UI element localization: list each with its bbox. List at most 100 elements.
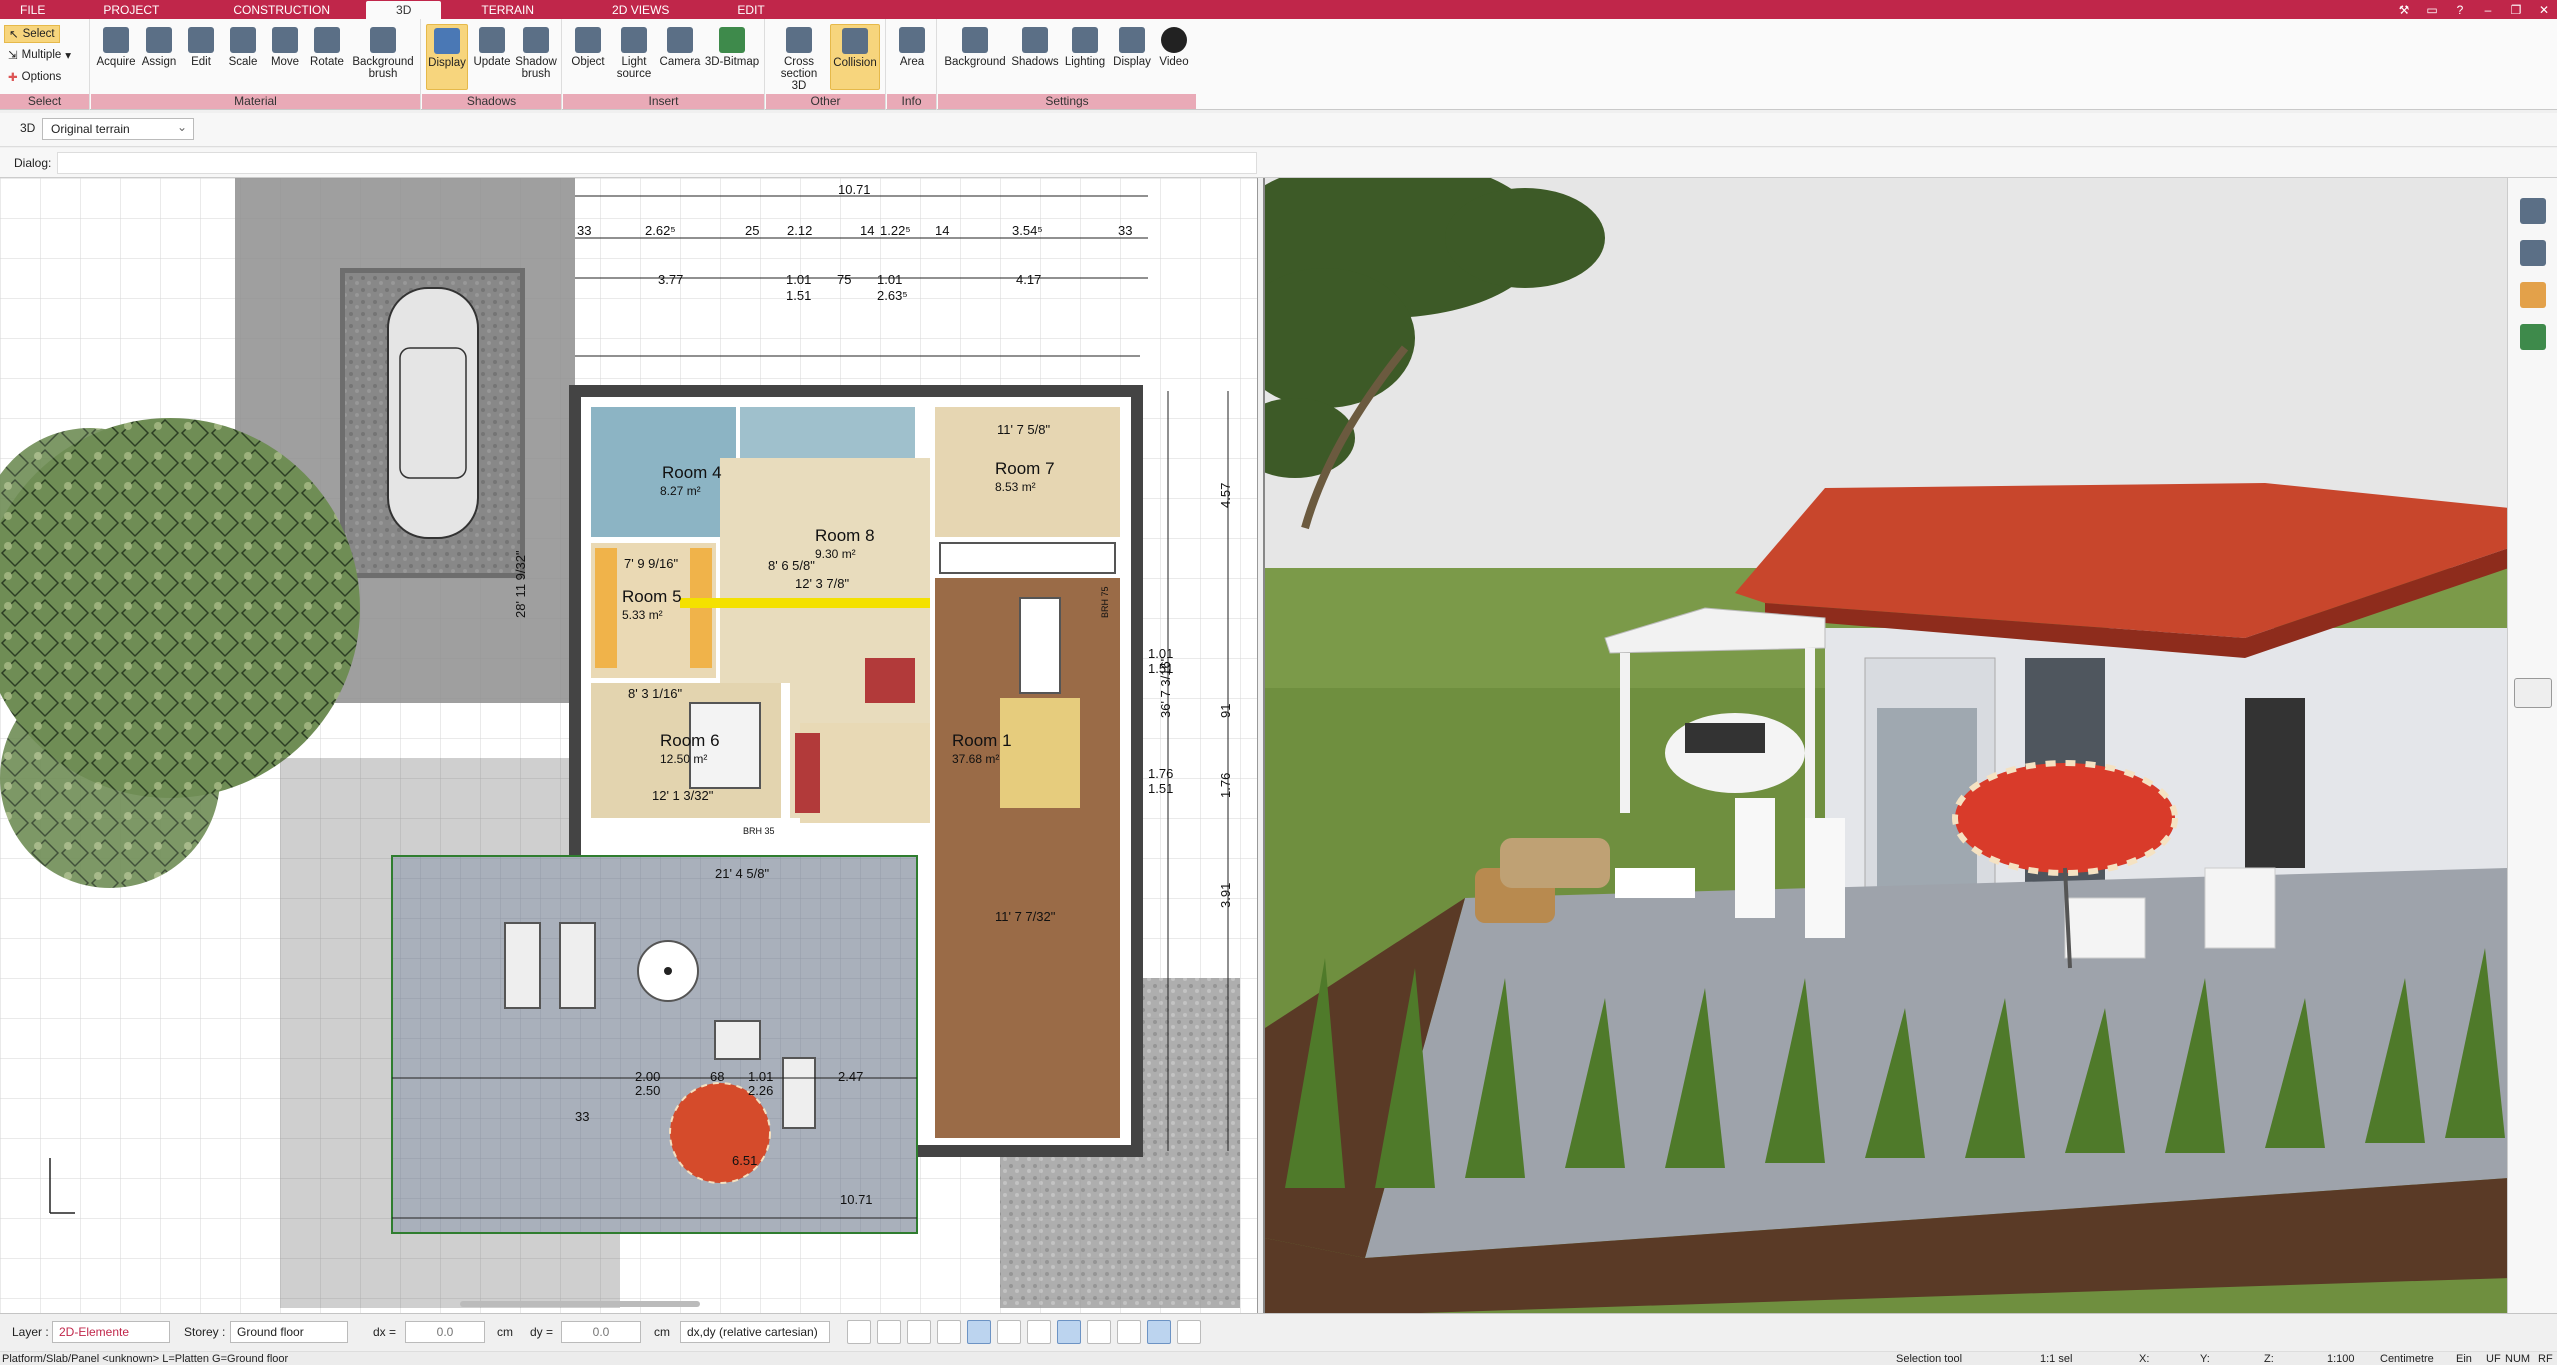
materials-icon[interactable] <box>2520 282 2546 308</box>
coordinate-mode-select[interactable]: dx,dy (relative cartesian) <box>680 1321 830 1343</box>
tab-edit[interactable]: EDIT <box>707 0 794 19</box>
svg-text:6.51: 6.51 <box>732 1153 757 1168</box>
svg-text:28' 11 9/32": 28' 11 9/32" <box>513 550 528 618</box>
svg-text:3.77: 3.77 <box>658 272 683 287</box>
plants-icon[interactable] <box>2520 324 2546 350</box>
furniture-icon[interactable] <box>2520 240 2546 266</box>
tab-construction[interactable]: CONSTRUCTION <box>197 0 366 19</box>
floor-plan-canvas[interactable]: 10.71 2.62⁵ 25 2.12 14 1.22⁵ 14 3.54⁵ 33… <box>0 178 1258 1313</box>
terrain-select[interactable]: Original terrain <box>42 118 194 140</box>
tools-icon[interactable]: ⚒ <box>2397 3 2411 17</box>
restore-icon[interactable]: ❐ <box>2509 3 2523 17</box>
snap-icon[interactable] <box>877 1320 901 1344</box>
ein-indicator: Ein <box>2456 1353 2472 1365</box>
update-shadows-button[interactable]: Update <box>471 27 513 68</box>
close-icon[interactable]: ✕ <box>2537 3 2551 17</box>
app-window: FILE PROJECT CONSTRUCTION 3D TERRAIN 2D … <box>0 0 2557 1365</box>
layout-icon[interactable]: ▭ <box>2425 3 2439 17</box>
dialog-bar: Dialog: <box>0 148 2557 178</box>
layer-select[interactable]: 2D-Elemente <box>52 1321 170 1343</box>
svg-text:11' 7 5/8": 11' 7 5/8" <box>997 422 1051 437</box>
layer-label: Layer : <box>12 1325 49 1339</box>
svg-text:14: 14 <box>935 223 949 238</box>
dy-label: dy = <box>530 1325 554 1339</box>
video-button[interactable]: Video <box>1154 27 1194 68</box>
svg-text:9.30 m²: 9.30 m² <box>815 547 856 561</box>
object-button[interactable]: Object <box>567 27 609 68</box>
collision-button[interactable]: Collision <box>830 24 880 90</box>
svg-text:BRH 35: BRH 35 <box>743 826 775 836</box>
svg-text:Room 8: Room 8 <box>815 526 875 545</box>
car-symbol <box>387 287 479 539</box>
horizontal-scrollbar[interactable] <box>460 1301 700 1307</box>
tab-3d[interactable]: 3D <box>366 1 442 19</box>
point-snap-icon[interactable] <box>1027 1320 1051 1344</box>
multiple-button[interactable]: ⇲ Multiple ▾ <box>4 46 75 64</box>
tab-2d-views[interactable]: 2D VIEWS <box>574 0 707 19</box>
dy-input[interactable]: 0.0 <box>561 1321 641 1343</box>
camera-button[interactable]: Camera <box>659 27 701 68</box>
more-options-icon[interactable] <box>1177 1320 1201 1344</box>
lighting-button[interactable]: Lighting <box>1062 27 1108 68</box>
floor-plan-view[interactable]: 10.71 2.62⁵ 25 2.12 14 1.22⁵ 14 3.54⁵ 33… <box>0 178 1258 1313</box>
n-snap-icon[interactable] <box>1147 1320 1171 1344</box>
grid-icon[interactable] <box>1117 1320 1141 1344</box>
scale-button[interactable]: Scale <box>222 27 264 68</box>
angle-snap-icon[interactable] <box>967 1320 991 1344</box>
ribbon-group-select: ↖ Select ⇲ Multiple ▾ ✚ Options Select <box>0 19 90 110</box>
status-toolbar <box>847 1320 1201 1344</box>
light-source-button[interactable]: Light source <box>613 27 655 80</box>
dx-unit: cm <box>497 1325 513 1339</box>
svg-text:12.50 m²: 12.50 m² <box>660 752 707 766</box>
terrace-area[interactable] <box>391 855 918 1234</box>
tab-file[interactable]: FILE <box>0 0 65 19</box>
ribbon-group-other: Cross section 3D Collision Other <box>766 19 886 110</box>
group-label-other: Other <box>766 94 885 109</box>
3d-bitmap-button[interactable]: 3D-Bitmap <box>703 27 761 68</box>
brush-icon <box>370 27 396 53</box>
layers-icon[interactable] <box>2520 198 2546 224</box>
background-brush-button[interactable]: Background brush <box>348 27 418 80</box>
svg-text:2.63⁵: 2.63⁵ <box>877 288 908 303</box>
3d-canvas[interactable] <box>1265 178 2507 1313</box>
minimize-icon[interactable]: – <box>2481 3 2495 17</box>
grid-snap-icon[interactable] <box>907 1320 931 1344</box>
panel-toggle-icon[interactable] <box>2514 678 2552 708</box>
select-button[interactable]: ↖ Select <box>4 25 60 43</box>
acquire-button[interactable]: Acquire <box>95 27 137 68</box>
cross-section-3d-button[interactable]: Cross section 3D <box>774 27 824 92</box>
ribbon-group-info: Area Info <box>887 19 937 110</box>
display-settings-button[interactable]: Display <box>1110 27 1154 68</box>
edit-material-button[interactable]: Edit <box>180 27 222 68</box>
ortho-icon[interactable] <box>997 1320 1021 1344</box>
area-button[interactable]: Area <box>891 27 933 68</box>
display-shadows-button[interactable]: Display <box>426 24 468 90</box>
dx-input[interactable]: 0.0 <box>405 1321 485 1343</box>
shadows-settings-button[interactable]: Shadows <box>1010 27 1060 68</box>
tab-project[interactable]: PROJECT <box>65 0 197 19</box>
svg-text:1.22⁵: 1.22⁵ <box>880 223 911 238</box>
tool-info: Selection tool <box>1896 1353 1963 1365</box>
help-icon[interactable]: ? <box>2453 3 2467 17</box>
rotate-button[interactable]: Rotate <box>306 27 348 68</box>
tab-terrain[interactable]: TERRAIN <box>441 0 574 19</box>
options-button[interactable]: ✚ Options <box>4 68 65 86</box>
catch-icon[interactable] <box>1087 1320 1111 1344</box>
selection-count: 1:1 sel <box>2040 1353 2073 1365</box>
group-label-insert: Insert <box>563 94 764 109</box>
svg-text:37.68 m²: 37.68 m² <box>952 752 999 766</box>
dialog-field[interactable] <box>57 152 1257 174</box>
move-button[interactable]: Move <box>264 27 306 68</box>
eyedropper-icon <box>103 27 129 53</box>
units-readout: Centimetre <box>2380 1353 2434 1365</box>
clock-icon[interactable] <box>847 1320 871 1344</box>
storey-select[interactable]: Ground floor <box>230 1321 348 1343</box>
layer-color-icon[interactable] <box>937 1320 961 1344</box>
edge-snap-icon[interactable] <box>1057 1320 1081 1344</box>
assign-button[interactable]: Assign <box>138 27 180 68</box>
ribbon-group-settings: Background Shadows Lighting Display Vide… <box>938 19 1196 110</box>
background-button[interactable]: Background <box>942 27 1008 68</box>
selected-wall[interactable] <box>680 598 930 608</box>
shadow-brush-button[interactable]: Shadow brush <box>515 27 557 80</box>
3d-view[interactable] <box>1263 178 2507 1313</box>
